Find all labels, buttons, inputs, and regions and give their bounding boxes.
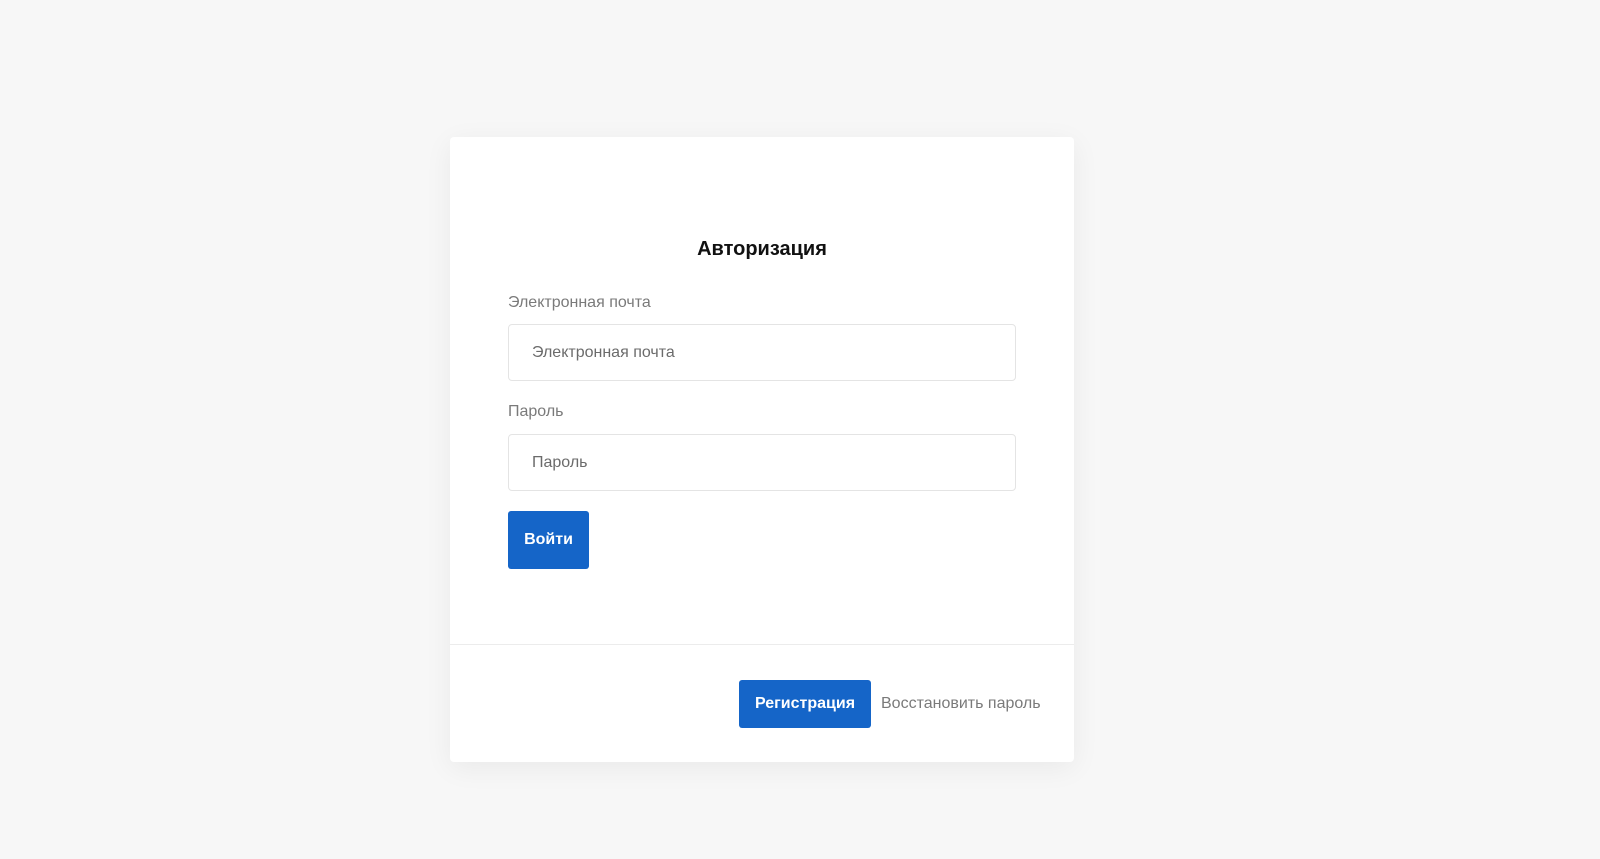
password-field[interactable] [508,434,1016,491]
login-form: Авторизация Электронная почта Пароль Вой… [450,137,1074,645]
email-field[interactable] [508,324,1016,381]
login-button[interactable]: Войти [508,511,589,569]
email-label: Электронная почта [508,294,651,311]
login-card: Авторизация Электронная почта Пароль Вой… [450,137,1074,762]
restore-password-link[interactable]: Восстановить пароль [881,694,1041,714]
card-divider [450,644,1074,645]
page-title: Авторизация [697,238,827,260]
password-label: Пароль [508,403,564,420]
register-button[interactable]: Регистрация [739,680,871,728]
